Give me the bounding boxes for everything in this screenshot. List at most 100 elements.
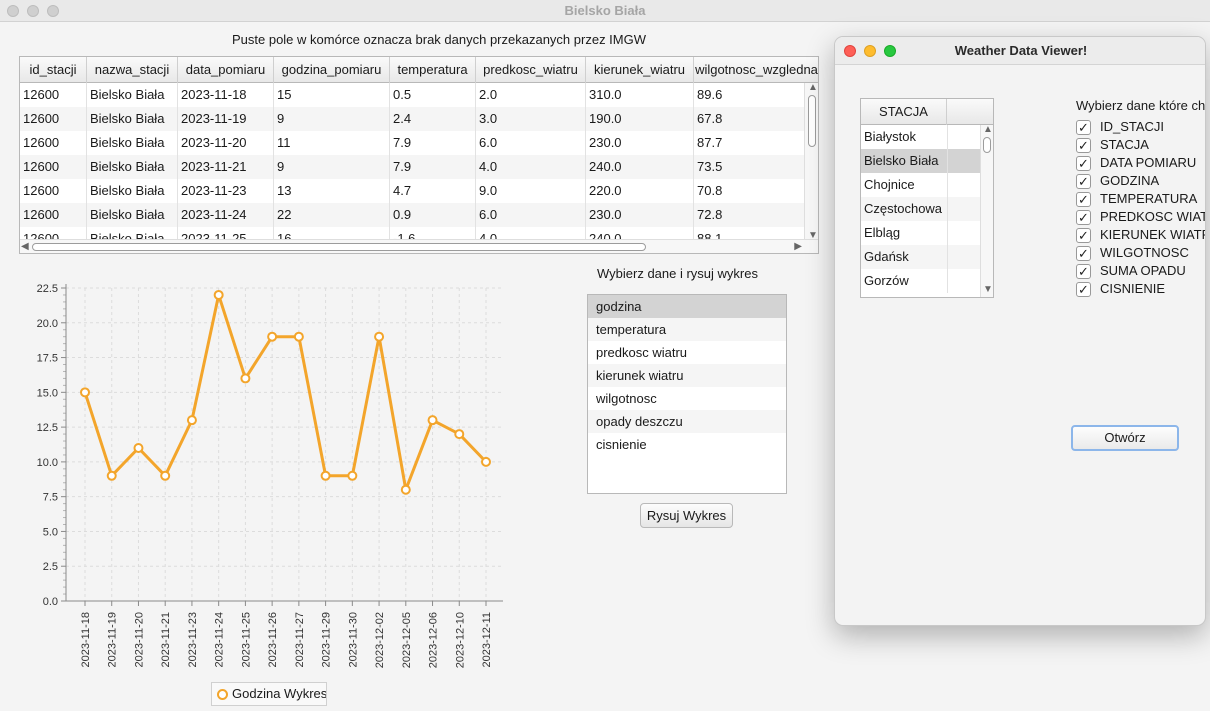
station-row[interactable]: Częstochowa <box>861 197 981 221</box>
x-tick-label: 2023-11-29 <box>321 612 333 667</box>
table-cell: 240.0 <box>586 155 694 179</box>
x-tick-label: 2023-11-25 <box>240 612 252 667</box>
data-point <box>481 456 491 467</box>
data-point <box>160 470 171 481</box>
minimize-dot-inactive[interactable] <box>27 5 39 17</box>
picker-option[interactable]: predkosc wiatru <box>588 341 786 364</box>
x-tick-label: 2023-11-23 <box>187 612 199 667</box>
close-dot-inactive[interactable] <box>7 5 19 17</box>
station-scroll-thumb[interactable] <box>983 137 991 153</box>
checkmark-icon[interactable]: ✓ <box>1076 228 1091 243</box>
column-separator <box>947 269 948 293</box>
table-cell: 12600 <box>20 131 87 155</box>
column-header[interactable]: id_stacji <box>20 57 87 83</box>
station-row[interactable]: Chojnice <box>861 173 981 197</box>
checkmark-icon[interactable]: ✓ <box>1076 138 1091 153</box>
checkmark-icon[interactable]: ✓ <box>1076 156 1091 171</box>
column-header[interactable]: wilgotnosc_wzgledna <box>694 57 818 83</box>
picker-option[interactable]: godzina <box>588 295 786 318</box>
station-scrollbar[interactable]: ▲ ▼ <box>980 125 993 297</box>
checkmark-icon[interactable]: ✓ <box>1076 192 1091 207</box>
station-table[interactable]: STACJA Białystok Bielsko Biała Chojnice Czę… <box>860 98 994 298</box>
x-tick-label: 2023-11-18 <box>80 612 92 667</box>
station-row[interactable]: Gorzów <box>861 269 981 293</box>
table-cell: 12600 <box>20 227 87 239</box>
table-row[interactable]: 12600 Bielsko Biała 2023-11-18 15 0.5 2.0 310.… <box>20 83 806 107</box>
table-body[interactable]: 12600 Bielsko Biała 2023-11-18 15 0.5 2.0 310.… <box>20 83 806 239</box>
table-row[interactable]: 12600 Bielsko Biała 2023-11-20 11 7.9 6.0 230.… <box>20 131 806 155</box>
field-label: WILGOTNOSC <box>1100 245 1189 260</box>
table-cell: 230.0 <box>586 203 694 227</box>
table-row[interactable]: 12600 Bielsko Biała 2023-11-19 9 2.4 3.0 190.0… <box>20 107 806 131</box>
checkmark-icon[interactable]: ✓ <box>1076 264 1091 279</box>
table-vertical-scroll-thumb[interactable] <box>808 95 816 147</box>
column-header[interactable]: nazwa_stacji <box>87 57 178 83</box>
checkmark-icon[interactable]: ✓ <box>1076 120 1091 135</box>
table-vertical-scrollbar[interactable]: ▲ ▼ <box>804 83 818 241</box>
data-point <box>347 470 358 481</box>
field-label: SUMA OPADU <box>1100 263 1186 278</box>
column-header[interactable]: predkosc_wiatru <box>476 57 586 83</box>
checkmark-icon[interactable]: ✓ <box>1076 282 1091 297</box>
station-row[interactable]: Gdańsk <box>861 245 981 269</box>
table-cell: 230.0 <box>586 131 694 155</box>
x-tick-label: 2023-11-27 <box>294 612 306 667</box>
checkmark-icon[interactable]: ✓ <box>1076 174 1091 189</box>
data-table[interactable]: id_stacji nazwa_stacji data_pomiaru godzina… <box>19 56 819 254</box>
minimize-icon[interactable] <box>864 45 876 57</box>
station-column-header[interactable]: STACJA <box>861 99 947 125</box>
x-tick-label: 2023-12-10 <box>454 612 466 668</box>
data-point <box>427 415 438 426</box>
station-row[interactable]: Bielsko Biała <box>861 149 981 173</box>
column-header[interactable]: temperatura <box>390 57 476 83</box>
field-label: KIERUNEK WIATRU <box>1100 227 1205 242</box>
table-row[interactable]: 12600 Bielsko Biała 2023-11-25 16 -1.6 4.0 240… <box>20 227 806 239</box>
checkmark-icon[interactable]: ✓ <box>1076 246 1091 261</box>
table-header: id_stacji nazwa_stacji data_pomiaru godzina… <box>20 57 818 83</box>
table-cell: 12600 <box>20 107 87 131</box>
picker-option[interactable]: wilgotnosc <box>588 387 786 410</box>
table-cell: 9 <box>274 155 390 179</box>
station-row[interactable]: Białystok <box>861 125 981 149</box>
table-row[interactable]: 12600 Bielsko Biała 2023-11-24 22 0.9 6.0 230.… <box>20 203 806 227</box>
close-icon[interactable] <box>844 45 856 57</box>
legend-series-label: Godzina Wykres <box>232 686 327 701</box>
table-cell: 4.7 <box>390 179 476 203</box>
table-cell: 12600 <box>20 155 87 179</box>
zoom-icon[interactable] <box>884 45 896 57</box>
scroll-left-icon[interactable]: ◀ <box>21 242 29 252</box>
table-horizontal-scroll-thumb[interactable] <box>32 243 646 251</box>
table-cell: 2023-11-18 <box>178 83 274 107</box>
zoom-dot-inactive[interactable] <box>47 5 59 17</box>
series-picker-list[interactable]: godzina temperatura predkosc wiatru kierune… <box>587 294 787 494</box>
table-horizontal-scrollbar[interactable]: ◀ ▶ <box>20 239 818 253</box>
picker-option[interactable]: temperatura <box>588 318 786 341</box>
checkmark-icon[interactable]: ✓ <box>1076 210 1091 225</box>
table-row[interactable]: 12600 Bielsko Biała 2023-11-21 9 7.9 4.0 240.0… <box>20 155 806 179</box>
picker-option[interactable]: opady deszczu <box>588 410 786 433</box>
column-header[interactable]: kierunek_wiatru <box>586 57 694 83</box>
table-cell: 73.5 <box>694 155 806 179</box>
x-tick-label: 2023-11-19 <box>107 612 119 667</box>
table-cell: 22 <box>274 203 390 227</box>
table-cell: 2023-11-21 <box>178 155 274 179</box>
open-button[interactable]: Otwórz <box>1071 425 1179 451</box>
table-cell: Bielsko Biała <box>87 227 178 239</box>
column-header[interactable]: godzina_pomiaru <box>274 57 390 83</box>
table-cell: 12600 <box>20 203 87 227</box>
picker-option[interactable]: cisnienie <box>588 433 786 456</box>
column-header[interactable]: data_pomiaru <box>178 57 274 83</box>
picker-label: Wybierz dane i rysuj wykres <box>597 266 758 281</box>
station-row[interactable]: Elbląg <box>861 221 981 245</box>
scroll-up-icon[interactable]: ▲ <box>808 83 818 93</box>
scroll-right-icon[interactable]: ▶ <box>794 242 802 252</box>
data-point <box>267 331 278 342</box>
column-separator <box>947 125 948 149</box>
scroll-down-icon[interactable]: ▼ <box>983 285 993 295</box>
picker-option[interactable]: kierunek wiatru <box>588 364 786 387</box>
column-separator <box>947 221 948 245</box>
draw-chart-button[interactable]: Rysuj Wykres <box>640 503 733 528</box>
scroll-up-icon[interactable]: ▲ <box>983 125 993 135</box>
table-cell: 2023-11-24 <box>178 203 274 227</box>
table-row[interactable]: 12600 Bielsko Biała 2023-11-23 13 4.7 9.0 220.… <box>20 179 806 203</box>
